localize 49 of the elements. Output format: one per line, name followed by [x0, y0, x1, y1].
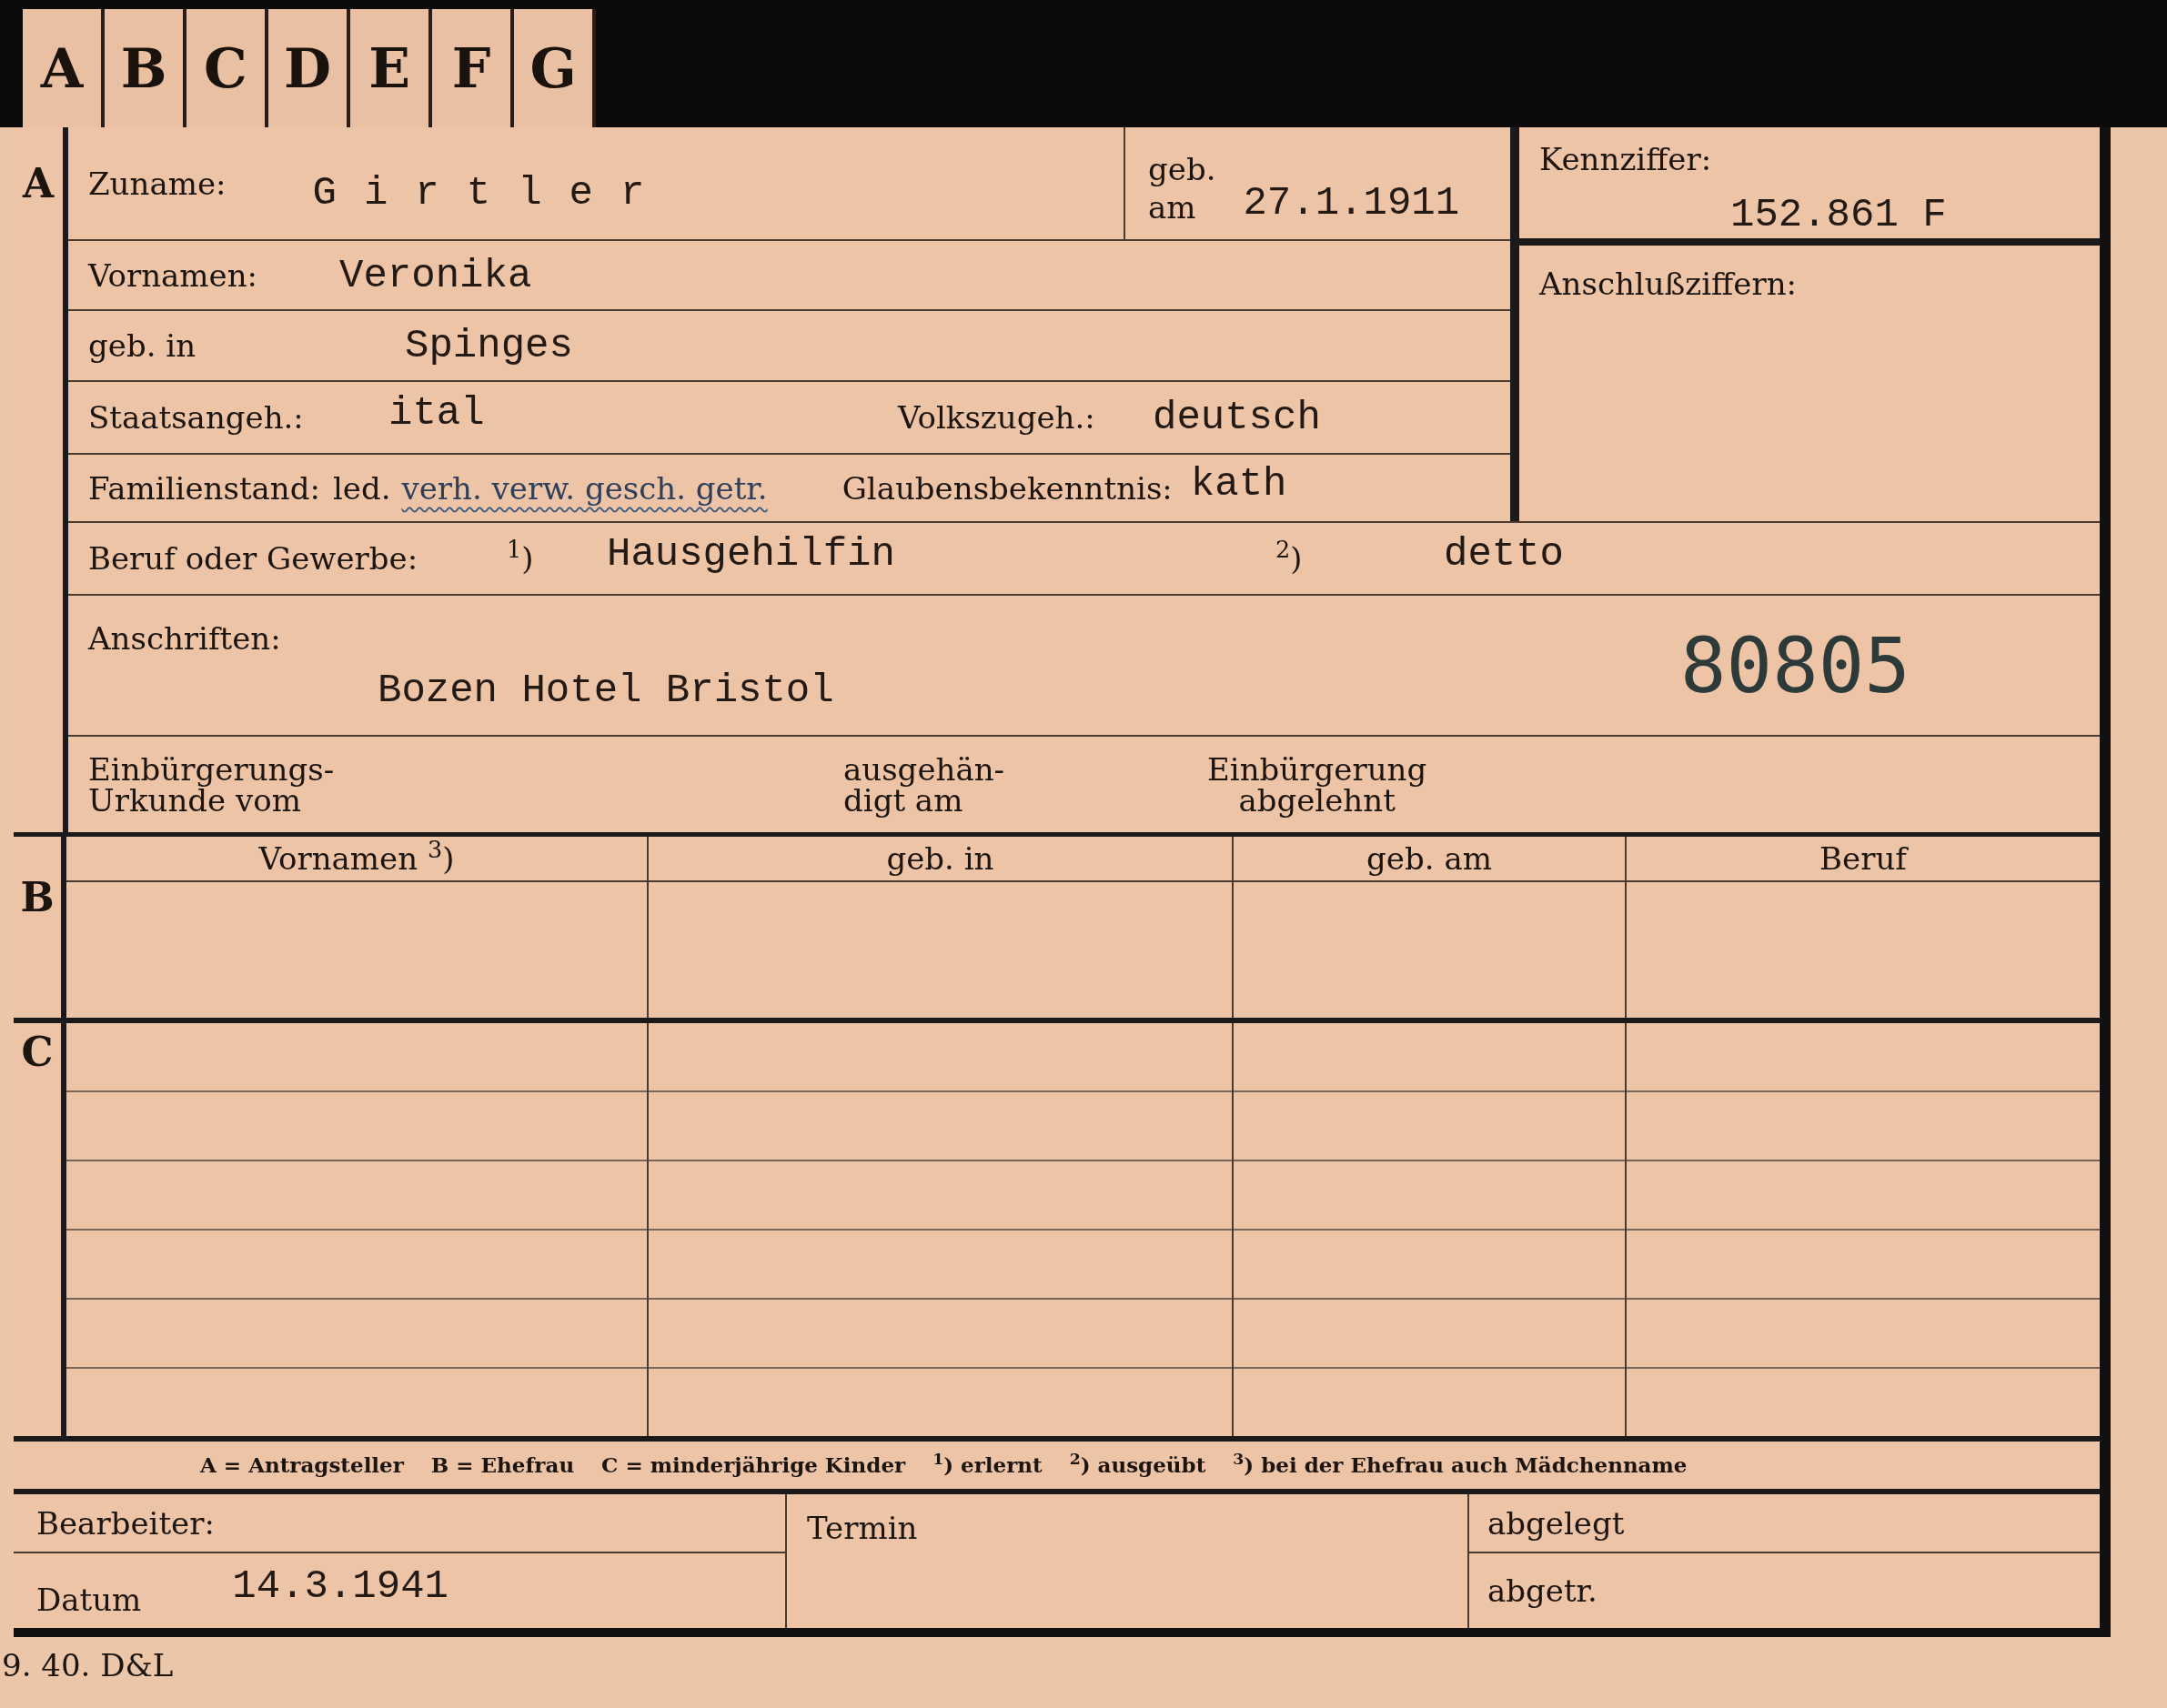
section-letter: B — [20, 878, 55, 922]
field-label: abgelegt — [1487, 1507, 1625, 1539]
field-label: Zuname: — [88, 167, 227, 199]
legend-text: $^{1}$) erlernt — [932, 1450, 1043, 1479]
legend-text: A = Antragsteller — [200, 1451, 404, 1479]
field-label: Familienstand: — [88, 472, 320, 504]
field-label: geb. — [1148, 154, 1216, 185]
field-label: geb. in — [88, 330, 197, 361]
field-label: Kennziffer: — [1539, 144, 1713, 175]
column-header: geb. am — [1366, 843, 1492, 874]
field-label: Bearbeiter: — [36, 1507, 215, 1539]
religion-value: kath — [1190, 463, 1287, 504]
field-label: Vornamen: — [88, 259, 258, 291]
print-code: 9. 40. D&L — [2, 1647, 174, 1683]
section-letter: A — [22, 164, 55, 208]
field-label: Datum — [36, 1584, 142, 1615]
column-header: geb. in — [886, 843, 994, 874]
field-label: abgetr. — [1487, 1575, 1598, 1606]
section-letter: C — [21, 1032, 54, 1077]
legend-text: C = minderjährige Kinder — [601, 1451, 906, 1479]
date-value: 14.3.1941 — [232, 1566, 449, 1606]
reference-number-value: 152.861 F — [1730, 195, 1948, 235]
occupation-value: detto — [1444, 534, 1565, 574]
status-option: led. — [332, 472, 391, 504]
field-label: Einbürgerungs- Urkunde vom — [88, 753, 336, 816]
legend-text: B = Ehefrau — [430, 1451, 575, 1479]
status-option: verh. verw. gesch. getr. — [401, 472, 768, 504]
field-label: ausgehän- digt am — [843, 753, 1006, 816]
legend-text: $^{3}$) bei der Ehefrau auch Mädchenname — [1233, 1450, 1688, 1479]
surname-value: Girtler — [312, 172, 672, 213]
birthplace-value: Spinges — [405, 326, 573, 366]
first-names-value: Veronika — [339, 255, 532, 296]
field-label: Beruf oder Gewerbe: — [88, 543, 419, 574]
field-label: Anschlußziffern: — [1539, 266, 1797, 302]
birth-date-value: 27.1.1911 — [1243, 183, 1460, 223]
field-label: Einbürgerung abgelehnt — [1207, 753, 1427, 816]
citizenship-value: ital — [388, 393, 486, 433]
address-value: Bozen Hotel Bristol — [378, 670, 835, 710]
stamped-number: 80805 — [1680, 627, 1910, 704]
field-label: Staatsangeh.: — [88, 402, 305, 433]
field-label: am — [1148, 192, 1197, 223]
ethnicity-value: deutsch — [1153, 397, 1321, 437]
field-label: Volkszugeh.: — [898, 402, 1096, 433]
legend-text: $^{2}$) ausgeübt — [1069, 1450, 1206, 1479]
field-label: Termin — [807, 1510, 918, 1546]
field-label: Glaubensbekenntnis: — [842, 472, 1173, 504]
field-label: Anschriften: — [88, 623, 282, 654]
column-header: Beruf — [1819, 843, 1907, 874]
occupation-value: Hausgehilfin — [607, 534, 896, 574]
